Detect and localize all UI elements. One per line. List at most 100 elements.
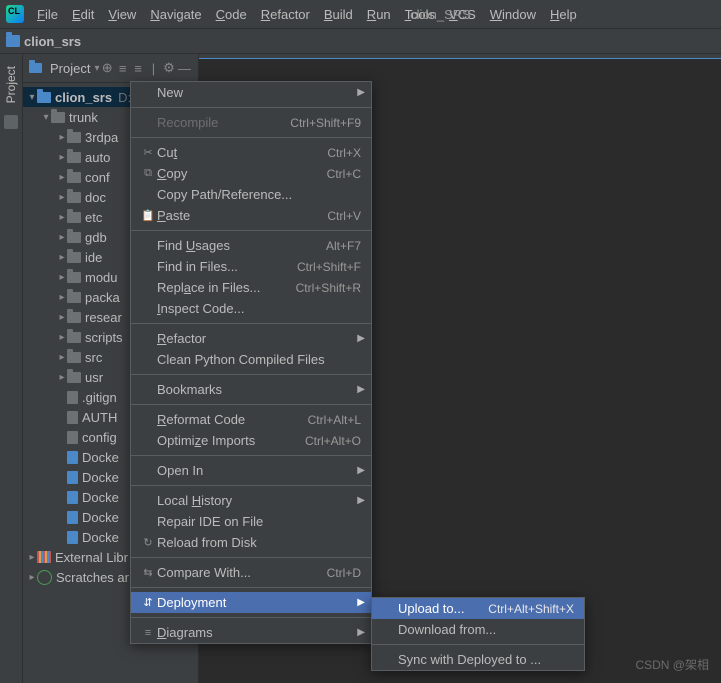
menu-item-find-in-files[interactable]: Find in Files...Ctrl+Shift+F (131, 256, 371, 277)
submenu-arrow-icon: ▶ (357, 333, 365, 344)
menu-item-reformat-code[interactable]: Reformat CodeCtrl+Alt+L (131, 409, 371, 430)
structure-tool-icon[interactable] (4, 115, 18, 129)
menu-item-repair-ide-on-file[interactable]: Repair IDE on File (131, 511, 371, 532)
settings-icon[interactable]: ⚙ (161, 58, 176, 78)
folder-icon (67, 332, 81, 343)
file-icon (67, 531, 78, 544)
libraries-icon (37, 551, 51, 563)
left-gutter: Project (0, 54, 23, 683)
project-tool-tab[interactable]: Project (2, 60, 20, 109)
submenu-arrow-icon: ▶ (357, 87, 365, 98)
file-icon (67, 471, 78, 484)
menu-file[interactable]: File (32, 5, 63, 24)
submenu-item-sync-with-deployed-to[interactable]: Sync with Deployed to ... (372, 649, 584, 670)
menu-separator (131, 617, 371, 618)
menu-item-icon: ≡ (139, 627, 157, 639)
submenu-arrow-icon: ▶ (357, 627, 365, 638)
menu-item-icon: 📋 (139, 209, 157, 222)
menu-item-optimize-imports[interactable]: Optimize ImportsCtrl+Alt+O (131, 430, 371, 451)
menu-item-deployment[interactable]: ⇵Deployment▶ (131, 592, 371, 613)
menu-item-new[interactable]: New▶ (131, 82, 371, 103)
file-icon (67, 391, 78, 404)
menu-edit[interactable]: Edit (67, 5, 99, 24)
menu-run[interactable]: Run (362, 5, 396, 24)
menu-separator (131, 137, 371, 138)
folder-icon (67, 272, 81, 283)
menu-separator (131, 404, 371, 405)
menu-item-find-usages[interactable]: Find UsagesAlt+F7 (131, 235, 371, 256)
editor-tab-strip (199, 54, 721, 59)
select-opened-file-icon[interactable]: ⊕ (100, 58, 115, 78)
menu-item-icon: ⇵ (139, 596, 157, 609)
menu-separator (131, 374, 371, 375)
menu-build[interactable]: Build (319, 5, 358, 24)
menu-item-copy-path-reference[interactable]: Copy Path/Reference... (131, 184, 371, 205)
folder-icon (67, 352, 81, 363)
menu-navigate[interactable]: Navigate (145, 5, 206, 24)
breadcrumb[interactable]: clion_srs (24, 34, 81, 49)
submenu-arrow-icon: ▶ (357, 465, 365, 476)
menu-item-paste[interactable]: 📋PasteCtrl+V (131, 205, 371, 226)
file-icon (67, 411, 78, 424)
menu-separator (131, 455, 371, 456)
menu-item-icon: ✂ (139, 146, 157, 159)
hide-icon[interactable]: — (177, 58, 192, 78)
menu-separator (372, 644, 584, 645)
watermark: CSDN @架相 (635, 656, 709, 673)
folder-icon (67, 132, 81, 143)
folder-icon (67, 252, 81, 263)
menu-item-open-in[interactable]: Open In▶ (131, 460, 371, 481)
panel-title[interactable]: Project (50, 61, 90, 76)
menu-item-clean-python-compiled-files[interactable]: Clean Python Compiled Files (131, 349, 371, 370)
menu-code[interactable]: Code (211, 5, 252, 24)
nav-bar: clion_srs (0, 29, 721, 54)
folder-icon (67, 212, 81, 223)
menu-item-replace-in-files[interactable]: Replace in Files...Ctrl+Shift+R (131, 277, 371, 298)
context-menu: New▶RecompileCtrl+Shift+F9✂CutCtrl+X⧉Cop… (130, 81, 372, 644)
menu-item-reload-from-disk[interactable]: ↻Reload from Disk (131, 532, 371, 553)
file-icon (67, 431, 78, 444)
divider: | (146, 58, 161, 78)
menu-separator (131, 587, 371, 588)
window-title: clion_SRS (410, 7, 471, 22)
project-folder-icon (6, 35, 20, 47)
submenu-item-upload-to[interactable]: Upload to...Ctrl+Alt+Shift+X (372, 598, 584, 619)
menu-item-inspect-code[interactable]: Inspect Code... (131, 298, 371, 319)
file-icon (67, 511, 78, 524)
folder-icon (67, 292, 81, 303)
menu-item-copy[interactable]: ⧉CopyCtrl+C (131, 163, 371, 184)
menu-item-local-history[interactable]: Local History▶ (131, 490, 371, 511)
menu-separator (131, 230, 371, 231)
file-icon (67, 451, 78, 464)
deployment-submenu: Upload to...Ctrl+Alt+Shift+XDownload fro… (371, 597, 585, 671)
scratches-icon (37, 570, 52, 585)
folder-icon (67, 152, 81, 163)
file-icon (67, 491, 78, 504)
menu-separator (131, 323, 371, 324)
menu-item-cut[interactable]: ✂CutCtrl+X (131, 142, 371, 163)
folder-icon (67, 192, 81, 203)
folder-icon (29, 63, 42, 73)
submenu-item-download-from[interactable]: Download from... (372, 619, 584, 640)
menu-refactor[interactable]: Refactor (256, 5, 315, 24)
menu-item-refactor[interactable]: Refactor▶ (131, 328, 371, 349)
menu-bar: FileEditViewNavigate CodeRefactorBuildRun… (32, 5, 582, 24)
submenu-arrow-icon: ▶ (357, 495, 365, 506)
menu-help[interactable]: Help (545, 5, 582, 24)
folder-icon (67, 372, 81, 383)
collapse-all-icon[interactable]: ≡ (130, 58, 145, 78)
title-bar: FileEditViewNavigate CodeRefactorBuildRun… (0, 0, 721, 29)
menu-view[interactable]: View (103, 5, 141, 24)
menu-item-bookmarks[interactable]: Bookmarks▶ (131, 379, 371, 400)
menu-item-diagrams[interactable]: ≡Diagrams▶ (131, 622, 371, 643)
panel-header: Project ▾ ⊕ ≡ ≡ | ⚙ — (23, 54, 198, 83)
expand-all-icon[interactable]: ≡ (115, 58, 130, 78)
app-logo-icon (6, 5, 24, 23)
folder-icon (67, 172, 81, 183)
menu-item-icon: ⧉ (139, 167, 157, 180)
folder-icon (67, 232, 81, 243)
menu-item-recompile: RecompileCtrl+Shift+F9 (131, 112, 371, 133)
folder-icon (37, 92, 51, 103)
menu-item-compare-with[interactable]: ⇆Compare With...Ctrl+D (131, 562, 371, 583)
menu-window[interactable]: Window (485, 5, 541, 24)
